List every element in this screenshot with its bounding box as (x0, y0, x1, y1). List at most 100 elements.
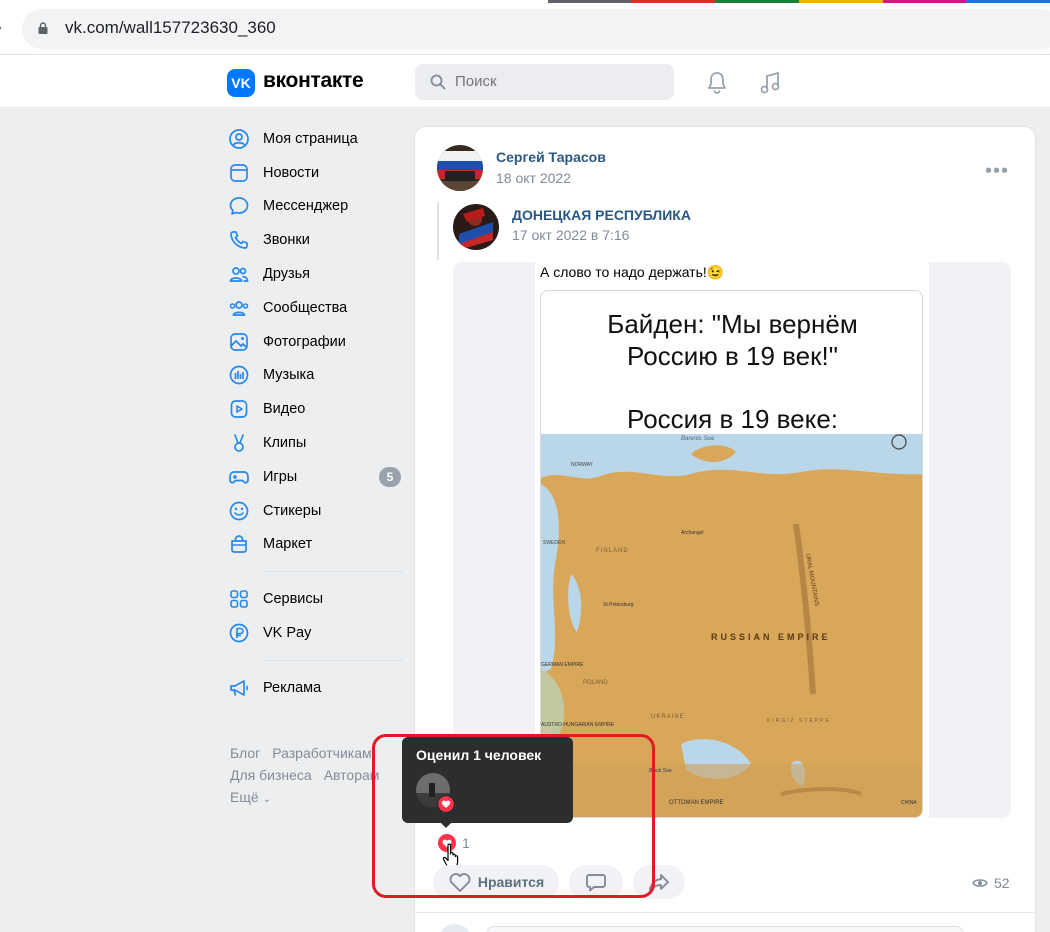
footer-link-authors[interactable]: Авторам (324, 767, 380, 783)
more-options-icon[interactable]: ••• (985, 160, 1009, 183)
clips-icon (234, 434, 244, 452)
vk-logo-icon[interactable]: VK (227, 69, 255, 97)
eye-icon (972, 879, 988, 887)
map-label-black-sea: Black Sea (649, 768, 672, 774)
likes-count[interactable]: 1 (462, 835, 470, 851)
menu-item-communities[interactable]: Сообщества (228, 291, 403, 325)
menu-item-vkpay[interactable]: VK Pay (228, 616, 403, 650)
communities-icon (229, 301, 249, 316)
footer-link-blog[interactable]: Блог (230, 745, 260, 761)
menu-item-my-page[interactable]: Моя страница (228, 122, 403, 156)
menu-divider (263, 659, 403, 661)
menu-item-friends[interactable]: Друзья (228, 257, 403, 291)
games-badge: 5 (379, 466, 401, 487)
map-label-archangel: Archangel (681, 530, 704, 536)
repost-source-name[interactable]: ДОНЕЦКАЯ РЕСПУБЛИКА (512, 207, 691, 223)
map-label-sea: Barents Sea (681, 436, 715, 442)
menu-label: Моя страница (263, 130, 358, 147)
menu-item-news[interactable]: Новости (228, 156, 403, 190)
menu-label: Мессенджер (263, 198, 349, 215)
menu-item-music[interactable]: Музыка (228, 359, 403, 393)
comment-button[interactable] (569, 865, 623, 899)
heart-icon (449, 873, 471, 892)
back-arrow-icon[interactable]: › (0, 17, 2, 38)
map-label-ukraine: UKRAINE (651, 714, 685, 720)
map-label-sweden: SWEDEN (543, 540, 565, 546)
menu-label: Звонки (263, 232, 310, 249)
tab-strip (380, 0, 1050, 3)
menu-label: VK Pay (263, 625, 312, 642)
ads-icon (230, 679, 249, 696)
like-button-label: Нравится (477, 874, 545, 890)
map-label-china: CHINA (901, 800, 917, 806)
views-count: 52 (994, 875, 1010, 891)
vkpay-icon (229, 623, 249, 643)
menu-label: Игры (263, 468, 298, 485)
photos-icon (230, 332, 248, 351)
left-menu: Моя страница Новости Мессенджер Звонки Д… (228, 122, 403, 705)
map-label-austro: AUSTRO-HUNGARIAN EMPIRE (541, 722, 615, 728)
bell-icon[interactable] (706, 71, 728, 95)
footer-link-business[interactable]: Для бизнеса (230, 767, 312, 783)
menu-label: Маркет (263, 536, 313, 553)
menu-item-stickers[interactable]: Стикеры (228, 494, 403, 528)
map-label-empire: RUSSIAN EMPIRE (711, 632, 831, 642)
browser-toolbar: › vk.com/wall157723630_360 (0, 0, 1050, 55)
liker-heart-badge-icon (437, 795, 455, 813)
menu-label: Фотографии (263, 333, 346, 350)
music-icon[interactable] (759, 71, 781, 95)
news-icon (230, 163, 248, 182)
footer-links: Блог Разработчикам Для бизнеса Авторам Ещё… (230, 742, 405, 811)
games-icon (229, 471, 249, 484)
menu-label: Сервисы (263, 591, 324, 608)
repost-bar (437, 202, 439, 260)
share-icon (649, 874, 669, 891)
meme-text-line-2: Россию в 19 век!" (627, 341, 838, 371)
menu-item-services[interactable]: Сервисы (228, 582, 403, 616)
search-icon (430, 74, 446, 90)
map-label-poland: POLAND (583, 680, 608, 686)
vk-header: VK вконтакте (0, 55, 1050, 108)
comment-input[interactable] (486, 926, 964, 932)
meme-text-line-3: Россия в 19 веке: (627, 404, 838, 434)
menu-item-calls[interactable]: Звонки (228, 223, 403, 257)
market-icon (231, 535, 247, 554)
post-date[interactable]: 18 окт 2022 (496, 170, 571, 186)
menu-label: Новости (263, 164, 320, 181)
author-name[interactable]: Сергей Тарасов (496, 149, 606, 165)
menu-item-clips[interactable]: Клипы (228, 426, 403, 460)
search-input[interactable] (455, 73, 655, 90)
author-avatar[interactable] (437, 145, 483, 191)
phone-icon (230, 231, 248, 250)
menu-label: Клипы (263, 435, 307, 452)
meme-image[interactable]: Байден: "Мы вернём Россию в 19 век!" Рос… (540, 290, 923, 818)
services-icon (230, 590, 248, 609)
footer-link-more[interactable]: Ещё ⌄ (230, 789, 271, 805)
footer-more-label: Ещё (230, 789, 259, 805)
url-text[interactable]: vk.com/wall157723630_360 (65, 18, 276, 38)
repost-avatar[interactable] (453, 204, 499, 250)
post-caption: А слово то надо держать!😉 (540, 264, 725, 280)
views-counter: 52 (972, 875, 1010, 891)
footer-link-developers[interactable]: Разработчикам (272, 745, 371, 761)
friends-icon (229, 267, 249, 282)
like-button[interactable]: Нравится (433, 865, 559, 899)
meme-text-line-1: Байден: "Мы вернём (607, 309, 858, 339)
menu-item-messenger[interactable]: Мессенджер (228, 190, 403, 224)
menu-item-photos[interactable]: Фотографии (228, 325, 403, 359)
vk-logo-text[interactable]: вконтакте (263, 69, 364, 93)
map-label-germany: GERMAN EMPIRE (541, 662, 584, 668)
menu-item-ads[interactable]: Реклама (228, 671, 403, 705)
menu-item-games[interactable]: Игры 5 (228, 460, 403, 494)
tooltip-arrow (440, 822, 452, 828)
stickers-icon (229, 501, 249, 521)
share-button[interactable] (633, 865, 685, 899)
russian-empire-map: Barents Sea RUSSIAN EMPIRE URAL MOUNTAIN… (541, 434, 922, 817)
menu-item-video[interactable]: Видео (228, 392, 403, 426)
chevron-down-icon: ⌄ (262, 794, 272, 805)
menu-item-market[interactable]: Маркет (228, 528, 403, 562)
video-icon (230, 400, 248, 419)
lock-icon[interactable] (38, 22, 48, 34)
repost-date[interactable]: 17 окт 2022 в 7:16 (512, 227, 629, 243)
menu-label: Реклама (263, 679, 322, 696)
